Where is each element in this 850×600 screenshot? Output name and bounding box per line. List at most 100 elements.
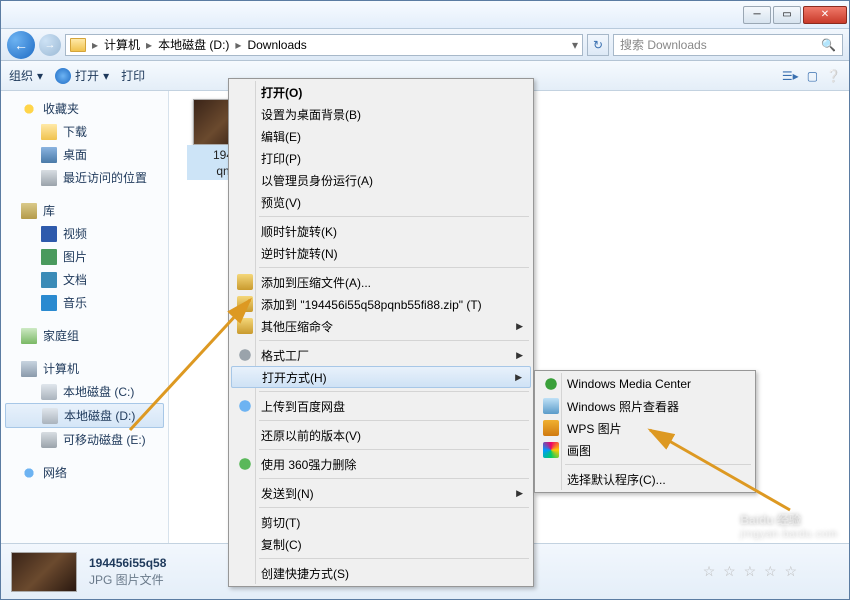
gear-icon bbox=[237, 347, 253, 363]
wmc-icon bbox=[543, 376, 559, 392]
computer-icon bbox=[21, 361, 37, 377]
network-icon bbox=[21, 465, 37, 481]
sidebar-desktop[interactable]: 桌面 bbox=[1, 143, 168, 166]
folder-icon bbox=[70, 38, 86, 52]
context-menu-item[interactable]: 打印(P) bbox=[231, 147, 531, 169]
homegroup-icon bbox=[21, 328, 37, 344]
context-menu: 打开(O)设置为桌面背景(B)编辑(E)打印(P)以管理员身份运行(A)预览(V… bbox=[228, 78, 534, 587]
context-menu-item[interactable]: 打开方式(H)▶ bbox=[231, 366, 531, 388]
back-button[interactable]: ← bbox=[7, 31, 35, 59]
search-placeholder: 搜索 Downloads bbox=[620, 36, 707, 53]
library-icon bbox=[21, 203, 37, 219]
document-icon bbox=[41, 272, 57, 288]
sidebar-recent[interactable]: 最近访问的位置 bbox=[1, 166, 168, 189]
sidebar-downloads[interactable]: 下载 bbox=[1, 120, 168, 143]
open-with-item[interactable]: WPS 图片 bbox=[537, 417, 753, 439]
sidebar-music[interactable]: 音乐 bbox=[1, 291, 168, 314]
open-with-item[interactable]: Windows 照片查看器 bbox=[537, 395, 753, 417]
zip-icon bbox=[237, 274, 253, 290]
sidebar-drive-e[interactable]: 可移动磁盘 (E:) bbox=[1, 428, 168, 451]
sidebar-drive-c[interactable]: 本地磁盘 (C:) bbox=[1, 380, 168, 403]
context-menu-item[interactable]: 添加到压缩文件(A)... bbox=[231, 271, 531, 293]
sidebar-videos[interactable]: 视频 bbox=[1, 222, 168, 245]
close-button[interactable]: ✕ bbox=[803, 6, 847, 24]
nav-pane: 收藏夹 下载 桌面 最近访问的位置 库 视频 图片 文档 音乐 家庭组 计算机 … bbox=[1, 91, 169, 599]
context-menu-item[interactable]: 格式工厂▶ bbox=[231, 344, 531, 366]
zip-icon bbox=[237, 318, 253, 334]
chevron-right-icon: ▸ bbox=[233, 38, 243, 52]
address-bar[interactable]: ▸ 计算机 ▸ 本地磁盘 (D:) ▸ Downloads ▾ bbox=[65, 34, 583, 56]
context-menu-item[interactable]: 以管理员身份运行(A) bbox=[231, 169, 531, 191]
open-with-item[interactable]: Windows Media Center bbox=[537, 373, 753, 395]
context-menu-item[interactable]: 剪切(T) bbox=[231, 511, 531, 533]
globe-icon bbox=[237, 398, 253, 414]
video-icon bbox=[41, 226, 57, 242]
search-icon: 🔍 bbox=[821, 38, 836, 52]
nav-bar: ← → ▸ 计算机 ▸ 本地磁盘 (D:) ▸ Downloads ▾ ↻ 搜索… bbox=[1, 29, 849, 61]
sidebar-pictures[interactable]: 图片 bbox=[1, 245, 168, 268]
context-menu-item[interactable]: 预览(V) bbox=[231, 191, 531, 213]
refresh-button[interactable]: ↻ bbox=[587, 34, 609, 56]
recent-icon bbox=[41, 170, 57, 186]
sidebar-favorites[interactable]: 收藏夹 bbox=[1, 97, 168, 120]
removable-drive-icon bbox=[41, 432, 57, 448]
view-mode-button[interactable]: ☰▸ bbox=[782, 69, 799, 83]
preview-pane-button[interactable]: ▢ bbox=[807, 69, 818, 83]
open-with-submenu: Windows Media CenterWindows 照片查看器WPS 图片画… bbox=[534, 370, 756, 493]
wps-icon bbox=[543, 420, 559, 436]
context-menu-item[interactable]: 还原以前的版本(V) bbox=[231, 424, 531, 446]
chevron-down-icon[interactable]: ▾ bbox=[572, 38, 578, 52]
context-menu-item[interactable]: 顺时针旋转(K) bbox=[231, 220, 531, 242]
desktop-icon bbox=[41, 147, 57, 163]
context-menu-item[interactable]: 设置为桌面背景(B) bbox=[231, 103, 531, 125]
rating-stars[interactable]: ☆ ☆ ☆ ☆ ☆ bbox=[703, 563, 799, 580]
maximize-button[interactable]: ▭ bbox=[773, 6, 801, 24]
chevron-right-icon: ▸ bbox=[144, 38, 154, 52]
d360-icon bbox=[237, 456, 253, 472]
context-menu-item[interactable]: 复制(C) bbox=[231, 533, 531, 555]
context-menu-item[interactable]: 创建快捷方式(S) bbox=[231, 562, 531, 584]
context-menu-item[interactable]: 编辑(E) bbox=[231, 125, 531, 147]
context-menu-item[interactable]: 发送到(N)▶ bbox=[231, 482, 531, 504]
drive-icon bbox=[42, 408, 58, 424]
folder-icon bbox=[41, 124, 57, 140]
sidebar-computer[interactable]: 计算机 bbox=[1, 357, 168, 380]
context-menu-item[interactable]: 使用 360强力删除 bbox=[231, 453, 531, 475]
titlebar: ─ ▭ ✕ bbox=[1, 1, 849, 29]
sidebar-network[interactable]: 网络 bbox=[1, 461, 168, 484]
drive-icon bbox=[41, 384, 57, 400]
search-input[interactable]: 搜索 Downloads 🔍 bbox=[613, 34, 843, 56]
sidebar-libraries[interactable]: 库 bbox=[1, 199, 168, 222]
organize-menu[interactable]: 组织 ▾ bbox=[9, 67, 43, 84]
help-button[interactable]: ❔ bbox=[826, 69, 841, 83]
open-with-item[interactable]: 画图 bbox=[537, 439, 753, 461]
sidebar-documents[interactable]: 文档 bbox=[1, 268, 168, 291]
forward-button[interactable]: → bbox=[39, 34, 61, 56]
print-button[interactable]: 打印 bbox=[121, 67, 145, 84]
breadcrumb-root[interactable]: 计算机 bbox=[104, 36, 140, 53]
sidebar-drive-d[interactable]: 本地磁盘 (D:) bbox=[5, 403, 164, 428]
open-icon bbox=[55, 68, 71, 84]
context-menu-item[interactable]: 上传到百度网盘 bbox=[231, 395, 531, 417]
details-filename: 194456i55q58 bbox=[89, 555, 166, 572]
context-menu-item[interactable]: 打开(O) bbox=[231, 81, 531, 103]
submenu-arrow-icon: ▶ bbox=[516, 321, 523, 332]
zip-icon bbox=[237, 296, 253, 312]
context-menu-item[interactable]: 其他压缩命令▶ bbox=[231, 315, 531, 337]
context-menu-item[interactable]: 逆时针旋转(N) bbox=[231, 242, 531, 264]
breadcrumb-folder[interactable]: Downloads bbox=[247, 38, 306, 52]
picture-icon bbox=[41, 249, 57, 265]
music-icon bbox=[41, 295, 57, 311]
submenu-arrow-icon: ▶ bbox=[515, 372, 522, 383]
submenu-arrow-icon: ▶ bbox=[516, 350, 523, 361]
star-icon bbox=[21, 101, 37, 117]
context-menu-item[interactable]: 添加到 "194456i55q58pqnb55fi88.zip" (T) bbox=[231, 293, 531, 315]
minimize-button[interactable]: ─ bbox=[743, 6, 771, 24]
choose-default-program[interactable]: 选择默认程序(C)... bbox=[537, 468, 753, 490]
viewer-icon bbox=[543, 398, 559, 414]
preview-thumbnail bbox=[11, 552, 77, 592]
sidebar-homegroup[interactable]: 家庭组 bbox=[1, 324, 168, 347]
paint-icon bbox=[543, 442, 559, 458]
breadcrumb-drive[interactable]: 本地磁盘 (D:) bbox=[158, 36, 229, 53]
open-button[interactable]: 打开 ▾ bbox=[55, 67, 109, 84]
